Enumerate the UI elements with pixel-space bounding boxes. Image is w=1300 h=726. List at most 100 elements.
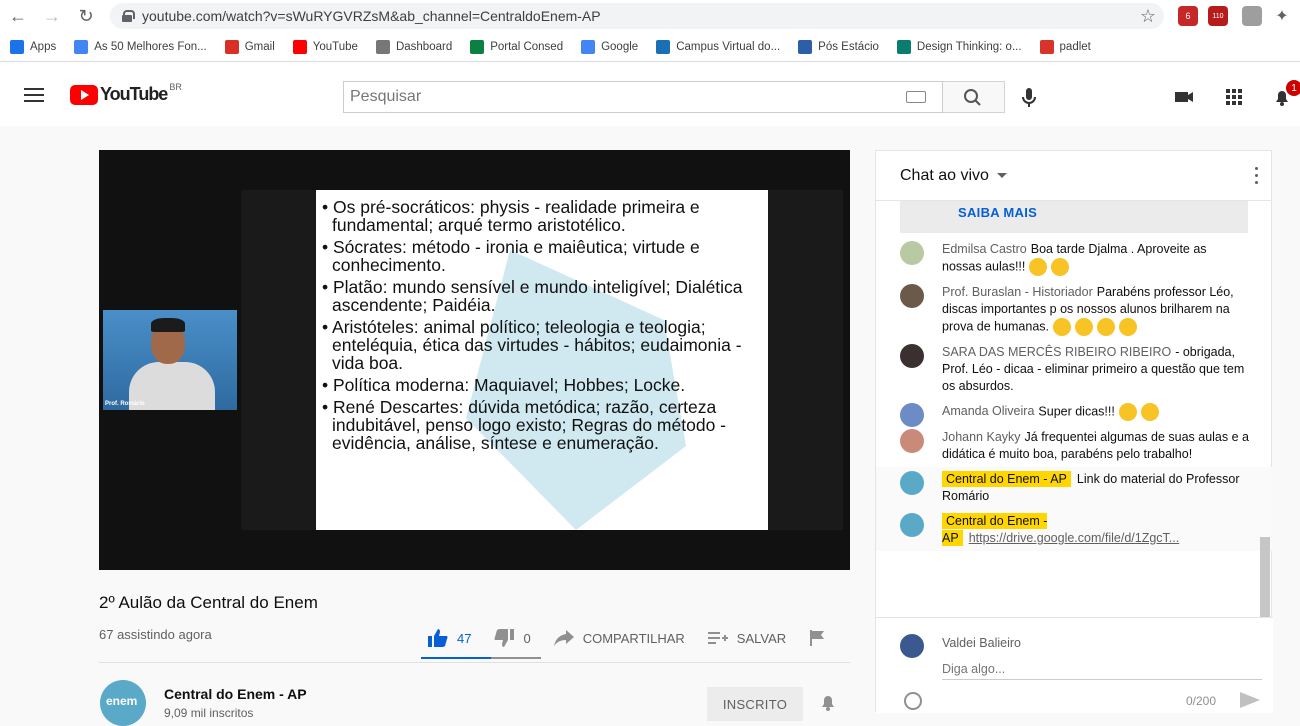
channel-owner-avatar[interactable]: [900, 471, 924, 495]
notification-bell-icon[interactable]: [819, 694, 837, 712]
padlet-icon: [1039, 39, 1054, 54]
design-icon: [896, 39, 911, 54]
bookmark-item[interactable]: Apps: [10, 39, 56, 54]
chat-message-owner: Central do Enem - AP Link do material do …: [876, 467, 1273, 509]
address-bar[interactable]: youtube.com/watch?v=sWuRYGVRZsM&ab_chann…: [110, 3, 1164, 29]
chat-author[interactable]: SARA DAS MERCÊS RIBEIRO RIBEIRO: [942, 345, 1171, 359]
channel-avatar[interactable]: enem: [100, 680, 146, 726]
thumbs-up-icon: [428, 629, 448, 647]
bookmark-item[interactable]: Pós Estácio: [798, 39, 879, 54]
like-button[interactable]: 47: [427, 628, 471, 648]
dislike-count: 0: [523, 630, 531, 646]
chat-avatar[interactable]: [900, 403, 924, 427]
chat-author[interactable]: Johann Kayky: [942, 430, 1021, 444]
channel-owner-avatar[interactable]: [900, 513, 924, 537]
create-video-icon[interactable]: [1174, 88, 1194, 106]
notification-badge: 1: [1286, 80, 1300, 96]
more-options-icon[interactable]: [1255, 167, 1259, 185]
back-arrow-icon[interactable]: ←: [4, 2, 32, 30]
youtube-logo[interactable]: YouTube BR: [70, 82, 182, 105]
emoji-icon: [1097, 318, 1116, 336]
forward-arrow-icon[interactable]: →: [38, 2, 66, 30]
bookmark-item[interactable]: Gmail: [224, 39, 275, 54]
browser-toolbar: ← → ↻ youtube.com/watch?v=sWuRYGVRZsM&ab…: [0, 0, 1300, 32]
channel-name[interactable]: Central do Enem - AP: [164, 686, 307, 702]
video-player[interactable]: Os pré-socráticos: physis - realidade pr…: [99, 150, 850, 570]
slide-bullet: René Descartes: dúvida metódica; razão, …: [322, 398, 758, 452]
presenter-hair: [151, 318, 185, 332]
microphone-icon[interactable]: [1020, 86, 1038, 110]
bookmark-label: Design Thinking: o...: [916, 40, 1022, 53]
extension-lock-icon[interactable]: 110: [1208, 6, 1228, 26]
bookmark-item[interactable]: Google: [581, 39, 639, 54]
share-label: COMPARTILHAR: [582, 630, 685, 646]
reload-icon[interactable]: ↻: [72, 2, 100, 30]
youtube-masthead: YouTube BR Pesquisar 1: [0, 62, 1300, 126]
chat-link[interactable]: https://drive.google.com/file/d/1ZgcT...: [969, 531, 1180, 545]
search-box[interactable]: Pesquisar: [343, 81, 943, 113]
owner-messages: Central do Enem - AP Link do material do …: [876, 467, 1273, 551]
url-text: youtube.com/watch?v=sWuRYGVRZsM&ab_chann…: [142, 8, 601, 24]
chat-message-input[interactable]: [942, 658, 1262, 680]
chat-title[interactable]: Chat ao vivo: [900, 167, 989, 185]
emoji-icon: [1053, 318, 1072, 336]
emoji-picker-icon[interactable]: [904, 692, 922, 710]
search-input[interactable]: Pesquisar: [350, 88, 421, 106]
country-code: BR: [169, 82, 182, 92]
bookmark-item[interactable]: As 50 Melhores Fon...: [74, 39, 207, 54]
emoji-icon: [1119, 318, 1138, 336]
bookmark-item[interactable]: YouTube: [292, 39, 358, 54]
slide-bullet: Platão: mundo sensível e mundo inteligív…: [322, 278, 758, 314]
chat-avatar[interactable]: [900, 284, 924, 308]
campus-icon: [656, 39, 671, 54]
report-flag-icon[interactable]: [808, 629, 826, 647]
extension-badge-icon[interactable]: 6: [1178, 6, 1198, 26]
bookmark-star-icon[interactable]: ☆: [1140, 6, 1156, 27]
menu-icon[interactable]: [24, 88, 44, 102]
slide-bullet: Aristóteles: animal político; teleologia…: [322, 318, 758, 372]
google-icon: [581, 39, 596, 54]
chat-avatar[interactable]: [900, 429, 924, 453]
chat-message: SARA DAS MERCÊS RIBEIRO RIBEIRO - obrigad…: [876, 340, 1273, 399]
bookmark-label: YouTube: [312, 40, 358, 53]
banner-link[interactable]: SAIBA MAIS: [958, 205, 1037, 220]
slide-bullet-list: Os pré-socráticos: physis - realidade pr…: [322, 198, 758, 452]
chat-message: Amanda Oliveira Super dicas!!!: [876, 399, 1273, 427]
chat-author[interactable]: Amanda Oliveira: [942, 404, 1034, 418]
bookmark-label: Google: [601, 40, 639, 53]
save-label: SALVAR: [736, 630, 787, 646]
bookmark-item[interactable]: Portal Consed: [470, 39, 563, 54]
video-title: 2º Aulão da Central do Enem: [99, 593, 318, 612]
bookmark-item[interactable]: Dashboard: [375, 39, 452, 54]
dislike-button[interactable]: 0: [493, 628, 531, 648]
bookmark-item[interactable]: Design Thinking: o...: [896, 39, 1022, 54]
chat-avatar[interactable]: [900, 344, 924, 368]
save-button[interactable]: SALVAR: [707, 629, 786, 647]
apps-grid-icon: [10, 39, 24, 54]
bookmark-item[interactable]: padlet: [1039, 39, 1091, 54]
chat-author[interactable]: Prof. Buraslan - Historiador: [942, 285, 1093, 299]
slide-bullet: Sócrates: método - ironia e maiêutica; v…: [322, 238, 758, 274]
chat-author[interactable]: Edmilsa Castro: [942, 242, 1027, 256]
chat-message: Prof. Buraslan - Historiador Parabéns pro…: [876, 280, 1273, 340]
chevron-down-icon[interactable]: [996, 173, 1007, 178]
dashboard-icon: [375, 39, 390, 54]
search-icon: [964, 89, 981, 106]
bookmark-label: Campus Virtual do...: [676, 40, 781, 53]
send-icon[interactable]: [1240, 692, 1260, 708]
lock-icon: [122, 10, 135, 22]
apps-grid-icon[interactable]: [1224, 88, 1244, 106]
bookmark-item[interactable]: Campus Virtual do...: [656, 39, 781, 54]
emoji-icon: [1051, 258, 1070, 276]
extension-pdf-icon[interactable]: [1242, 6, 1262, 26]
extensions-puzzle-icon[interactable]: ✦: [1272, 6, 1292, 26]
owner-badge[interactable]: Central do Enem - AP: [942, 471, 1071, 487]
chat-scrollbar[interactable]: [1260, 537, 1270, 617]
share-button[interactable]: COMPARTILHAR: [553, 629, 685, 647]
subscribe-button[interactable]: INSCRITO: [707, 687, 803, 721]
chat-avatar[interactable]: [900, 241, 924, 265]
extension-lock-count: 110: [1212, 12, 1224, 20]
search-button[interactable]: [943, 81, 1005, 113]
chat-text: Super dicas!!!: [1038, 404, 1115, 419]
keyboard-icon[interactable]: [906, 91, 926, 103]
